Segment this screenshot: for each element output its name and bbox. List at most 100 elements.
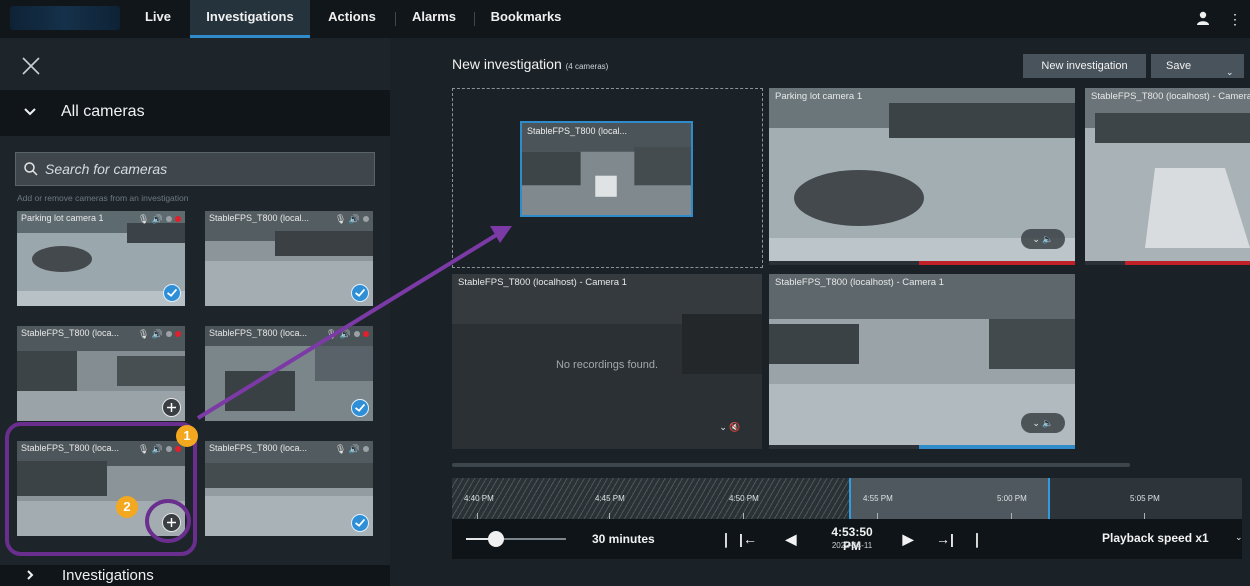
tick-label: 4:55 PM xyxy=(863,494,893,503)
timespan-label: 30 minutes xyxy=(592,532,655,546)
thumbnail-label: StableFPS_T800 (loca... xyxy=(21,328,120,338)
preview-label: StableFPS_T800 (local... xyxy=(527,126,628,136)
nav-divider xyxy=(395,12,396,26)
thumbnail-status-icons: 🎙 🔊 xyxy=(121,214,181,224)
camera-tile[interactable]: StableFPS_T800 (localhost) - Camera 1 ⌄ … xyxy=(769,274,1075,449)
dragged-camera-preview: StableFPS_T800 (local... xyxy=(520,121,693,217)
timeline[interactable]: 4:40 PM 4:45 PM 4:50 PM 4:55 PM 5:00 PM … xyxy=(452,478,1242,519)
camera-preview-image xyxy=(17,441,185,536)
add-icon[interactable] xyxy=(162,398,181,417)
chevron-right-icon xyxy=(27,570,34,580)
checkmark-icon[interactable] xyxy=(163,284,181,302)
audio-toggle[interactable]: ⌄ 🔈 xyxy=(1021,413,1065,433)
camera-preview-image xyxy=(17,211,185,306)
search-placeholder: Search for cameras xyxy=(45,161,168,177)
camera-thumbnail[interactable]: StableFPS_T800 (loca... 🎙 🔊 xyxy=(205,326,373,421)
checkmark-icon[interactable] xyxy=(351,514,369,532)
all-cameras-header[interactable]: All cameras xyxy=(0,90,390,136)
checkmark-icon[interactable] xyxy=(351,284,369,302)
tick-label: 4:45 PM xyxy=(595,494,625,503)
camera-tile[interactable]: Parking lot camera 1 ⌄ 🔈 xyxy=(769,88,1075,265)
range-end-marker-icon[interactable]: ❘ xyxy=(971,529,983,549)
no-recording-hatch xyxy=(452,478,849,519)
range-end-handle[interactable] xyxy=(1048,478,1050,519)
thumbnail-status-icons: 🎙 🔊 xyxy=(121,444,181,454)
investigation-name: New investigation xyxy=(452,56,562,72)
chevron-down-icon: ⌄ xyxy=(1226,67,1234,77)
camera-tile[interactable]: StableFPS_T800 (localhost) - Camera xyxy=(1085,88,1250,265)
investigations-label: Investigations xyxy=(62,567,154,584)
tick-label: 4:40 PM xyxy=(464,494,494,503)
camera-panel: All cameras Search for cameras Add or re… xyxy=(0,38,390,586)
timeline-scrollbar[interactable] xyxy=(452,463,1130,467)
go-to-start-icon[interactable]: |← xyxy=(739,529,757,549)
tile-title: StableFPS_T800 (localhost) - Camera 1 xyxy=(458,277,627,288)
camera-preview-image xyxy=(205,326,373,421)
audio-toggle[interactable]: ⌄ 🔇 xyxy=(708,417,752,437)
thumbnail-label: StableFPS_T800 (loca... xyxy=(209,328,308,338)
user-icon[interactable] xyxy=(1195,10,1211,26)
investigation-title: New investigation (4 cameras) xyxy=(452,56,608,72)
search-icon xyxy=(24,162,38,176)
play-forward-icon[interactable]: ▶ xyxy=(899,529,917,549)
motion-bar xyxy=(919,445,1075,449)
current-date: 2022-04-11 xyxy=(831,541,873,550)
close-icon[interactable] xyxy=(20,55,42,77)
camera-tile[interactable]: StableFPS_T800 (localhost) - Camera 1 No… xyxy=(452,274,762,449)
camera-count: (4 cameras) xyxy=(565,62,609,71)
investigations-section[interactable]: Investigations xyxy=(0,565,390,586)
audio-toggle[interactable]: ⌄ 🔈 xyxy=(1021,229,1065,249)
motion-bar xyxy=(1125,261,1250,265)
checkmark-icon[interactable] xyxy=(351,399,369,417)
go-to-end-icon[interactable]: →| xyxy=(936,529,954,549)
no-recordings-message: No recordings found. xyxy=(555,359,659,371)
thumbnail-label: StableFPS_T800 (local... xyxy=(209,213,309,223)
add-icon[interactable] xyxy=(162,513,181,532)
tick-label: 5:05 PM xyxy=(1130,494,1160,503)
playback-controls: 30 minutes ❘ |← ◀ 4:53:50 PM 2022-04-11 … xyxy=(452,519,1243,559)
range-start-marker-icon[interactable]: ❘ xyxy=(720,529,732,549)
tab-alarms[interactable]: Alarms xyxy=(402,0,466,38)
new-investigation-button[interactable]: New investigation xyxy=(1023,54,1146,78)
brand-logo xyxy=(10,6,120,30)
tab-actions[interactable]: Actions xyxy=(316,0,388,38)
tile-title: StableFPS_T800 (localhost) - Camera 1 xyxy=(775,277,944,288)
step-badge: 2 xyxy=(116,496,138,518)
chevron-down-icon[interactable]: ⌄ xyxy=(1235,532,1243,543)
camera-preview-image xyxy=(17,326,185,421)
play-backward-icon[interactable]: ◀ xyxy=(782,529,800,549)
thumbnail-status-icons: 🎙 🔊 xyxy=(121,329,181,339)
tick-label: 5:00 PM xyxy=(997,494,1027,503)
app-window: Live Investigations Actions Alarms Bookm… xyxy=(0,0,1250,586)
camera-preview-image xyxy=(205,211,373,306)
tick-label: 4:50 PM xyxy=(729,494,759,503)
panel-hint: Add or remove cameras from an investigat… xyxy=(17,193,189,203)
thumbnail-label: Parking lot camera 1 xyxy=(21,213,104,223)
save-button[interactable]: Save ⌄ xyxy=(1151,54,1244,78)
playback-speed-select[interactable]: Playback speed x1 xyxy=(1102,531,1209,545)
tile-title: Parking lot camera 1 xyxy=(775,91,863,102)
tab-live[interactable]: Live xyxy=(128,0,188,38)
camera-thumbnail[interactable]: StableFPS_T800 (loca... 🎙 🔊 xyxy=(17,441,185,536)
camera-thumbnail[interactable]: StableFPS_T800 (loca... 🎙 🔊 xyxy=(205,441,373,536)
motion-bar xyxy=(919,261,1075,265)
step-badge: 1 xyxy=(176,425,198,447)
nav-divider xyxy=(474,12,475,26)
thumbnail-status-icons: 🎙 🔊 xyxy=(309,214,369,224)
range-start-handle[interactable] xyxy=(849,478,851,519)
camera-thumbnail[interactable]: StableFPS_T800 (local... 🎙 🔊 xyxy=(205,211,373,306)
more-options-icon[interactable]: ⋮ xyxy=(1228,11,1242,27)
camera-feed-image xyxy=(1085,88,1250,265)
tile-title: StableFPS_T800 (localhost) - Camera xyxy=(1091,91,1250,102)
camera-thumbnail[interactable]: StableFPS_T800 (loca... 🎙 🔊 xyxy=(17,326,185,421)
save-label: Save xyxy=(1166,60,1192,72)
camera-thumbnail[interactable]: Parking lot camera 1 🎙 🔊 xyxy=(17,211,185,306)
search-input[interactable]: Search for cameras xyxy=(15,152,375,186)
zoom-slider-handle[interactable] xyxy=(488,531,504,547)
chevron-down-icon xyxy=(24,108,36,116)
tab-bookmarks[interactable]: Bookmarks xyxy=(482,0,570,38)
tab-investigations[interactable]: Investigations xyxy=(190,0,310,38)
thumbnail-status-icons: 🎙 🔊 xyxy=(309,444,369,454)
thumbnail-label: StableFPS_T800 (loca... xyxy=(209,443,308,453)
thumbnail-label: StableFPS_T800 (loca... xyxy=(21,443,120,453)
